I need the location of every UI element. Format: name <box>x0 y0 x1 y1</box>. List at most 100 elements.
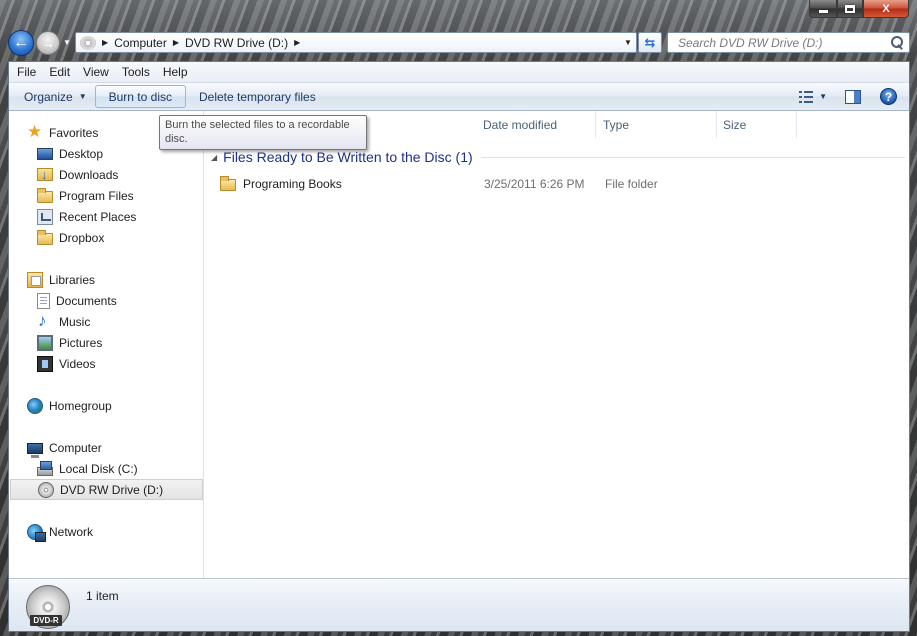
group-header[interactable]: ◢ Files Ready to Be Written to the Disc … <box>211 148 905 166</box>
computer-icon <box>27 442 43 458</box>
nav-label: Network <box>49 524 94 539</box>
file-type: File folder <box>605 177 658 191</box>
breadcrumb-separator-icon[interactable]: ▶ <box>294 38 300 47</box>
collapse-triangle-icon[interactable]: ◢ <box>211 153 217 162</box>
nav-computer[interactable]: Computer <box>9 437 203 458</box>
address-bar[interactable]: ▶ Computer ▶ DVD RW Drive (D:) ▶ ▼ <box>75 32 637 53</box>
downloads-icon <box>37 167 53 182</box>
nav-label: Downloads <box>59 167 119 182</box>
folder-icon <box>220 176 236 191</box>
dvd-drive-icon <box>38 481 54 498</box>
nav-label: Computer <box>49 440 102 455</box>
nav-pictures[interactable]: Pictures <box>9 332 203 353</box>
menu-help[interactable]: Help <box>157 63 194 82</box>
chevron-down-icon[interactable]: ▼ <box>819 92 827 101</box>
nav-network[interactable]: Network <box>9 521 203 542</box>
recent-pages-dropdown[interactable]: ▼ <box>63 38 73 48</box>
navigation-pane[interactable]: Favorites Desktop Downloads Program File… <box>9 111 204 578</box>
nav-local-disk[interactable]: Local Disk (C:) <box>9 458 203 479</box>
recent-places-icon <box>37 208 53 225</box>
file-list-pane[interactable]: Date modified Type Size ◢ Files Ready to… <box>205 111 909 578</box>
nav-documents[interactable]: Documents <box>9 290 203 311</box>
menu-edit[interactable]: Edit <box>43 63 76 82</box>
library-icon <box>27 271 43 288</box>
preview-pane-icon[interactable] <box>845 89 861 104</box>
help-icon[interactable]: ? <box>880 88 897 105</box>
minimize-icon <box>818 10 828 13</box>
forward-arrow-icon: → <box>41 35 55 51</box>
burn-to-disc-button[interactable]: Burn to disc <box>94 85 186 108</box>
refresh-button[interactable]: ⇆ <box>638 32 662 53</box>
group-title: Files Ready to Be Written to the Disc (1… <box>223 149 473 165</box>
nav-music[interactable]: Music <box>9 311 203 332</box>
back-button[interactable]: ← <box>8 30 34 56</box>
caption-buttons: X <box>809 0 909 18</box>
breadcrumb-computer[interactable]: Computer <box>114 36 167 50</box>
desktop-icon <box>37 148 53 160</box>
breadcrumb-separator-icon[interactable]: ▶ <box>102 38 108 47</box>
delete-temporary-files-button[interactable]: Delete temporary files <box>191 85 324 109</box>
nav-label: Music <box>59 314 91 329</box>
menu-view[interactable]: View <box>77 63 115 82</box>
close-button[interactable]: X <box>863 0 909 18</box>
file-row[interactable]: Programing Books 3/25/2011 6:26 PM File … <box>220 173 890 195</box>
nav-label: Documents <box>56 293 117 308</box>
nav-downloads[interactable]: Downloads <box>9 164 203 185</box>
nav-label: Pictures <box>59 335 103 350</box>
chevron-down-icon: ▼ <box>78 92 87 101</box>
videos-icon <box>37 355 53 372</box>
nav-label: Dropbox <box>59 230 105 245</box>
nav-label: Libraries <box>49 272 96 287</box>
address-dropdown-icon[interactable]: ▼ <box>620 38 636 47</box>
file-name: Programing Books <box>243 177 342 191</box>
minimize-button[interactable] <box>809 0 837 18</box>
menu-file[interactable]: File <box>11 63 42 82</box>
network-icon <box>27 523 46 542</box>
view-controls: ▼ ? <box>799 85 909 109</box>
organize-button[interactable]: Organize ▼ <box>16 85 95 109</box>
drive-icon <box>80 35 96 50</box>
column-header-date[interactable]: Date modified <box>477 111 596 138</box>
column-header-size[interactable]: Size <box>717 111 797 138</box>
change-view-icon[interactable] <box>799 90 814 103</box>
nav-libraries[interactable]: Libraries <box>9 269 203 290</box>
maximize-button[interactable] <box>837 0 863 18</box>
nav-label: Favorites <box>49 125 99 140</box>
forward-button[interactable]: → <box>36 31 60 55</box>
star-icon <box>27 122 43 142</box>
menu-bar: File Edit View Tools Help <box>9 62 909 83</box>
column-header-type[interactable]: Type <box>597 111 717 138</box>
breadcrumb-dvd-drive[interactable]: DVD RW Drive (D:) <box>185 36 288 50</box>
search-input[interactable] <box>678 35 889 50</box>
nav-dropbox[interactable]: Dropbox <box>9 227 203 248</box>
close-icon: X <box>882 2 890 15</box>
nav-label: Local Disk (C:) <box>59 461 138 476</box>
breadcrumb-separator-icon[interactable]: ▶ <box>173 38 179 47</box>
nav-dvd-drive[interactable]: DVD RW Drive (D:) <box>10 479 203 500</box>
nav-label: DVD RW Drive (D:) <box>60 482 164 497</box>
music-icon <box>37 311 53 331</box>
maximize-icon <box>845 4 855 13</box>
nav-videos[interactable]: Videos <box>9 353 203 374</box>
nav-label: Videos <box>59 356 96 371</box>
folder-icon <box>37 229 53 245</box>
back-arrow-icon: ← <box>13 34 29 51</box>
nav-program-files[interactable]: Program Files <box>9 185 203 206</box>
nav-recent-places[interactable]: Recent Places <box>9 206 203 227</box>
homegroup-icon <box>27 397 43 414</box>
refresh-icon: ⇆ <box>644 34 656 50</box>
nav-label: Homegroup <box>49 398 112 413</box>
search-box[interactable] <box>667 32 910 53</box>
command-bar: Organize ▼ Burn to disc Delete temporary… <box>9 83 909 111</box>
menu-tools[interactable]: Tools <box>116 63 156 82</box>
nav-label: Recent Places <box>59 209 137 224</box>
chevron-down-icon: ▼ <box>63 38 71 47</box>
nav-homegroup[interactable]: Homegroup <box>9 395 203 416</box>
pictures-icon <box>37 334 53 351</box>
nav-label: Program Files <box>59 188 134 203</box>
search-icon[interactable] <box>889 35 905 51</box>
